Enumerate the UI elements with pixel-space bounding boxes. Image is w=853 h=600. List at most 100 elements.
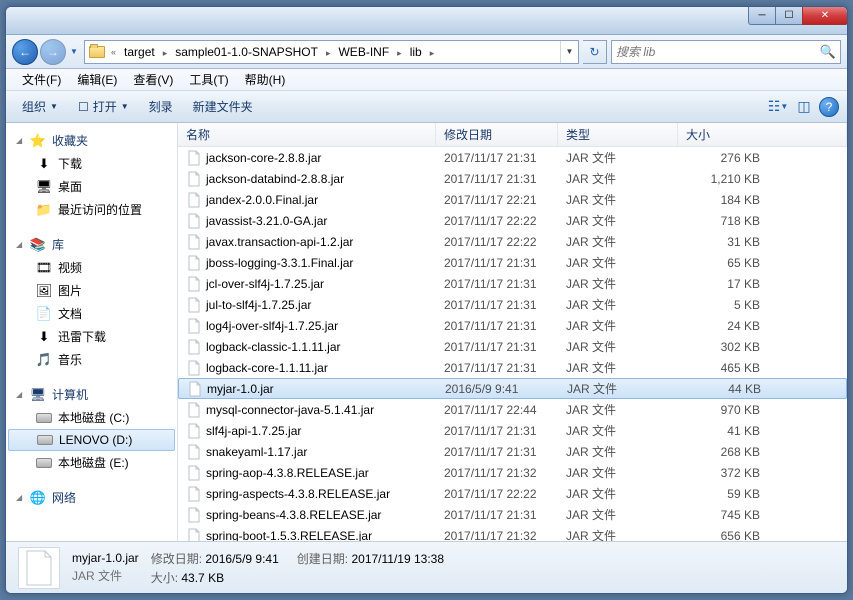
breadcrumb-item[interactable]: sample01-1.0-SNAPSHOT <box>169 45 324 59</box>
file-type: JAR 文件 <box>558 527 678 541</box>
file-row[interactable]: jackson-core-2.8.8.jar2017/11/17 21:31JA… <box>178 147 847 168</box>
file-row[interactable]: javax.transaction-api-1.2.jar2017/11/17 … <box>178 231 847 252</box>
breadcrumb-item[interactable]: WEB-INF <box>332 45 395 59</box>
file-name: jackson-databind-2.8.8.jar <box>206 172 344 186</box>
file-size: 745 KB <box>678 508 768 522</box>
file-icon <box>186 402 202 418</box>
file-type: JAR 文件 <box>558 212 678 229</box>
maximize-button[interactable]: ☐ <box>775 7 803 25</box>
sidebar-item[interactable]: 本地磁盘 (C:) <box>6 406 177 429</box>
file-list[interactable]: jackson-core-2.8.8.jar2017/11/17 21:31JA… <box>178 147 847 541</box>
history-dropdown[interactable]: ▼ <box>68 42 80 62</box>
address-dropdown[interactable]: ▼ <box>560 41 578 63</box>
file-type: JAR 文件 <box>558 464 678 481</box>
help-button[interactable]: ? <box>819 97 839 117</box>
sidebar-group-header[interactable]: ◢⭐收藏夹 <box>6 129 177 152</box>
file-icon <box>186 423 202 439</box>
file-icon <box>186 528 202 542</box>
file-row[interactable]: logback-core-1.1.11.jar2017/11/17 21:31J… <box>178 357 847 378</box>
file-type: JAR 文件 <box>558 170 678 187</box>
open-button[interactable]: ☐ 打开▼ <box>70 94 137 119</box>
column-date[interactable]: 修改日期 <box>436 123 558 146</box>
preview-pane-button[interactable]: ◫ <box>793 96 815 118</box>
forward-button[interactable]: → <box>40 39 66 65</box>
chevron-right-icon[interactable]: ▸ <box>395 48 404 58</box>
file-row[interactable]: jackson-databind-2.8.8.jar2017/11/17 21:… <box>178 168 847 189</box>
sidebar-item[interactable]: ⬇迅雷下载 <box>6 325 177 348</box>
close-button[interactable]: ✕ <box>802 7 848 25</box>
file-name: log4j-over-slf4j-1.7.25.jar <box>206 319 338 333</box>
organize-button[interactable]: 组织▼ <box>14 94 66 119</box>
burn-button[interactable]: 刻录 <box>141 94 181 119</box>
file-row[interactable]: mysql-connector-java-5.1.41.jar2017/11/1… <box>178 399 847 420</box>
view-options-button[interactable]: ☷ ▼ <box>767 96 789 118</box>
file-row[interactable]: slf4j-api-1.7.25.jar2017/11/17 21:31JAR … <box>178 420 847 441</box>
sidebar-item[interactable]: 📄文档 <box>6 302 177 325</box>
file-icon <box>186 339 202 355</box>
sidebar-group-header[interactable]: ◢🌐网络 <box>6 486 177 509</box>
file-row[interactable]: snakeyaml-1.17.jar2017/11/17 21:31JAR 文件… <box>178 441 847 462</box>
file-row[interactable]: jboss-logging-3.3.1.Final.jar2017/11/17 … <box>178 252 847 273</box>
file-row[interactable]: myjar-1.0.jar2016/5/9 9:41JAR 文件44 KB <box>178 378 847 399</box>
file-date: 2017/11/17 21:31 <box>436 319 558 333</box>
column-type[interactable]: 类型 <box>558 123 678 146</box>
chevron-right-icon[interactable]: ▸ <box>428 48 437 58</box>
folder-icon <box>87 42 107 62</box>
file-row[interactable]: log4j-over-slf4j-1.7.25.jar 2017/11/17 21… <box>178 315 847 336</box>
address-bar[interactable]: « target▸sample01-1.0-SNAPSHOT▸WEB-INF▸l… <box>84 40 579 64</box>
file-row[interactable]: logback-classic-1.1.11.jar2017/11/17 21:… <box>178 336 847 357</box>
search-box[interactable]: 🔍 <box>611 40 841 64</box>
menu-tools[interactable]: 工具(T) <box>181 69 236 90</box>
file-date: 2017/11/17 21:31 <box>436 361 558 375</box>
menu-file[interactable]: 文件(F) <box>14 69 69 90</box>
toolbar: 组织▼ ☐ 打开▼ 刻录 新建文件夹 ☷ ▼ ◫ ? <box>6 91 847 123</box>
menu-view[interactable]: 查看(V) <box>125 69 181 90</box>
file-row[interactable]: spring-boot-1.5.3.RELEASE.jar2017/11/17 … <box>178 525 847 541</box>
file-row[interactable]: jcl-over-slf4j-1.7.25.jar2017/11/17 21:3… <box>178 273 847 294</box>
file-type: JAR 文件 <box>558 254 678 271</box>
file-icon <box>186 213 202 229</box>
file-row[interactable]: javassist-3.21.0-GA.jar2017/11/17 22:22J… <box>178 210 847 231</box>
file-icon <box>186 255 202 271</box>
column-name[interactable]: 名称 <box>178 123 436 146</box>
breadcrumb-item[interactable]: target <box>118 45 161 59</box>
file-type: JAR 文件 <box>558 485 678 502</box>
sidebar-item[interactable]: ⬇下载 <box>6 152 177 175</box>
breadcrumb-item[interactable]: lib <box>404 45 428 59</box>
search-icon[interactable]: 🔍 <box>820 44 836 60</box>
sidebar-item[interactable]: 🖼图片 <box>6 279 177 302</box>
chevron-icon[interactable]: « <box>109 47 118 57</box>
sidebar-item[interactable]: 📁最近访问的位置 <box>6 198 177 221</box>
file-row[interactable]: jandex-2.0.0.Final.jar2017/11/17 22:21JA… <box>178 189 847 210</box>
file-name: jul-to-slf4j-1.7.25.jar <box>206 298 311 312</box>
chevron-right-icon[interactable]: ▸ <box>161 48 170 58</box>
file-type: JAR 文件 <box>558 443 678 460</box>
back-button[interactable]: ← <box>12 39 38 65</box>
menu-help[interactable]: 帮助(H) <box>237 69 294 90</box>
sidebar-item[interactable]: LENOVO (D:) <box>8 429 175 451</box>
file-row[interactable]: spring-aspects-4.3.8.RELEASE.jar2017/11/… <box>178 483 847 504</box>
search-input[interactable] <box>616 45 820 59</box>
file-size: 268 KB <box>678 445 768 459</box>
file-type: JAR 文件 <box>558 506 678 523</box>
file-row[interactable]: spring-beans-4.3.8.RELEASE.jar2017/11/17… <box>178 504 847 525</box>
new-folder-button[interactable]: 新建文件夹 <box>185 94 261 119</box>
sidebar-group-header[interactable]: ◢🖥计算机 <box>6 383 177 406</box>
sidebar-group-header[interactable]: ◢📚库 <box>6 233 177 256</box>
sidebar-item[interactable]: 🎞视频 <box>6 256 177 279</box>
file-name: logback-core-1.1.11.jar <box>206 361 328 375</box>
sidebar-item[interactable]: 🎵音乐 <box>6 348 177 371</box>
minimize-button[interactable]: ─ <box>748 7 776 25</box>
titlebar: ─ ☐ ✕ <box>6 7 847 35</box>
status-bar: myjar-1.0.jar JAR 文件 修改日期: 2016/5/9 9:41… <box>6 541 847 593</box>
file-name: jackson-core-2.8.8.jar <box>206 151 321 165</box>
sidebar-item[interactable]: 本地磁盘 (E:) <box>6 451 177 474</box>
sidebar-item[interactable]: 🖥桌面 <box>6 175 177 198</box>
file-row[interactable]: jul-to-slf4j-1.7.25.jar2017/11/17 21:31J… <box>178 294 847 315</box>
file-icon <box>186 507 202 523</box>
menu-edit[interactable]: 编辑(E) <box>69 69 125 90</box>
column-size[interactable]: 大小 <box>678 123 847 146</box>
file-type: JAR 文件 <box>558 296 678 313</box>
file-row[interactable]: spring-aop-4.3.8.RELEASE.jar2017/11/17 2… <box>178 462 847 483</box>
refresh-button[interactable]: ↻ <box>583 40 607 64</box>
